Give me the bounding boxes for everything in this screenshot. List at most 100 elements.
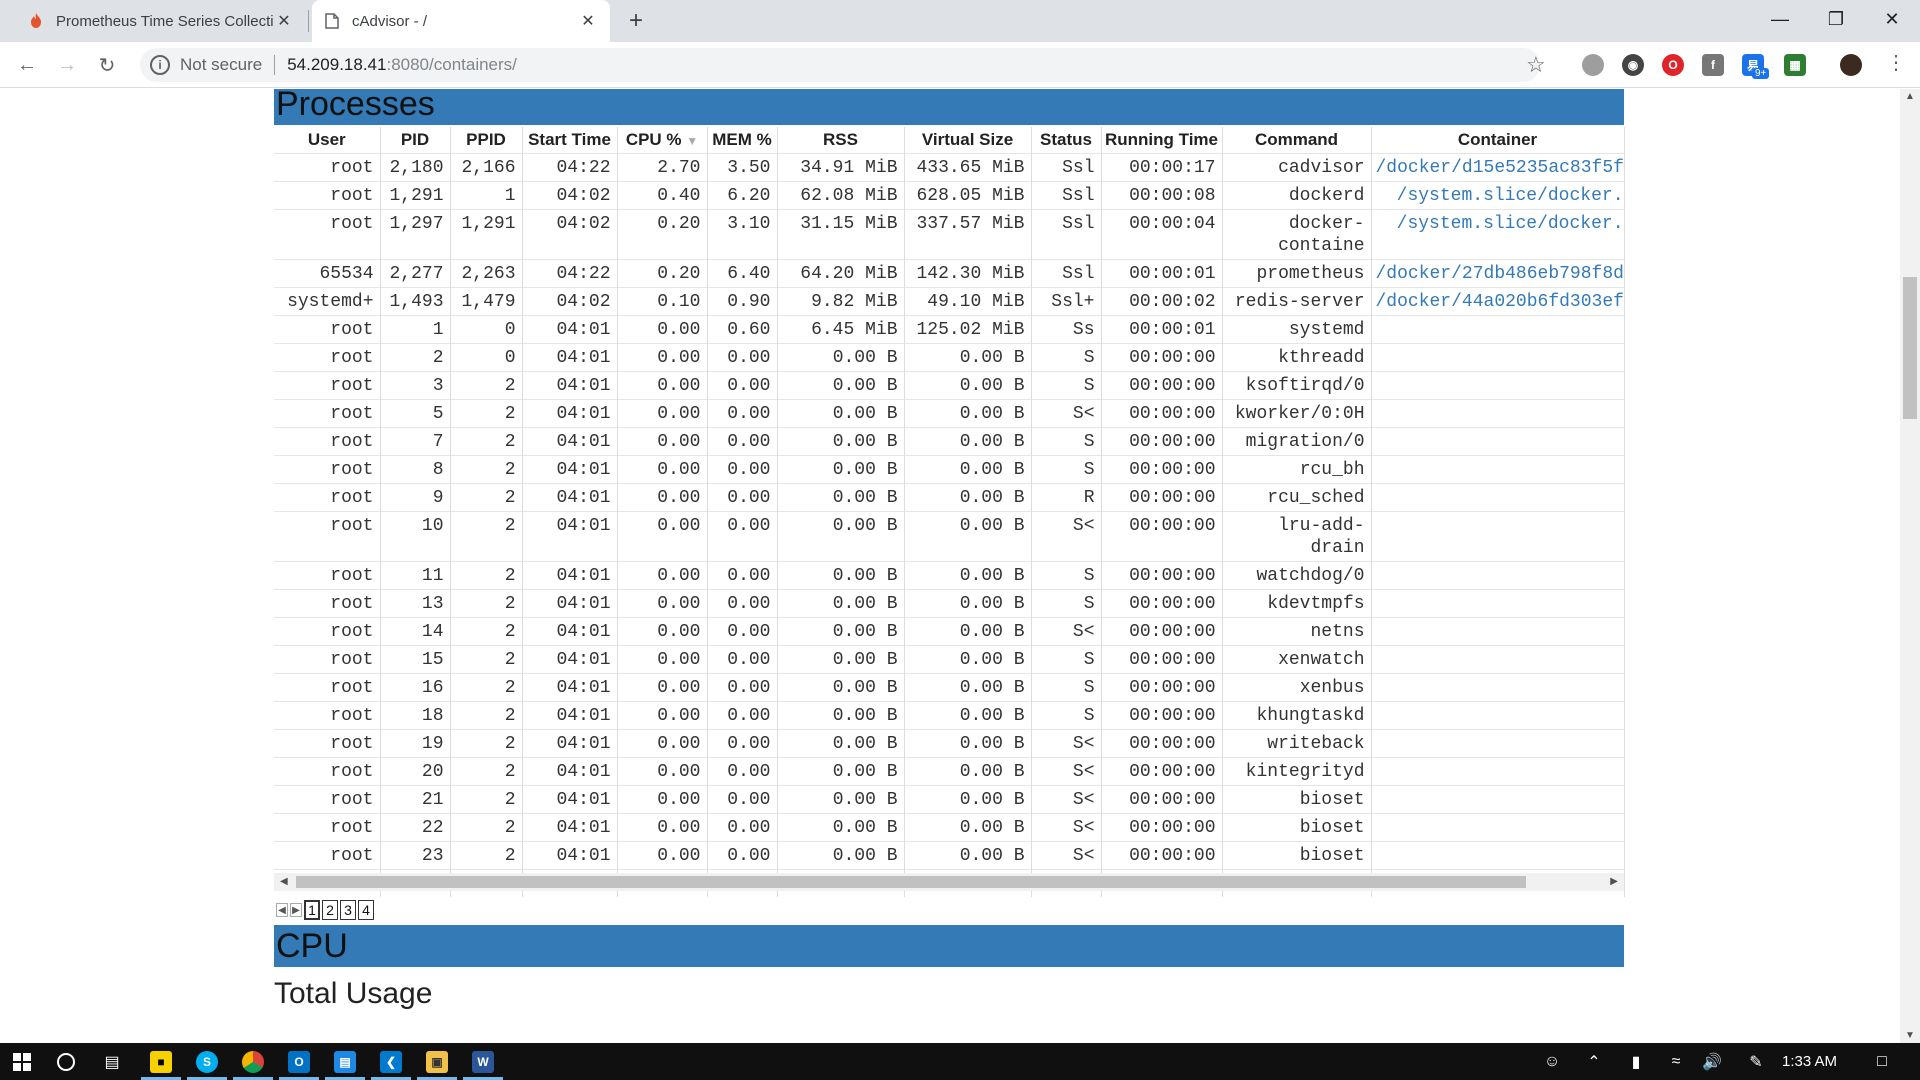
cell-pid: 21 bbox=[380, 784, 451, 813]
profile-avatar[interactable] bbox=[1840, 54, 1862, 76]
notepad-icon[interactable]: ▤ bbox=[334, 1051, 356, 1073]
col-command[interactable]: Command bbox=[1222, 127, 1372, 153]
cell-container[interactable] bbox=[1371, 510, 1625, 561]
volume-icon[interactable]: 🔊 bbox=[1690, 1043, 1734, 1080]
forward-arrow-icon[interactable]: → bbox=[52, 50, 82, 80]
cell-container[interactable] bbox=[1371, 644, 1625, 673]
cell-container[interactable]: /system.slice/docker. bbox=[1371, 208, 1625, 259]
col-container[interactable]: Container bbox=[1371, 127, 1625, 153]
maximize-button[interactable]: ❐ bbox=[1808, 0, 1864, 38]
tab-prometheus[interactable]: Prometheus Time Series Collection ✕ bbox=[16, 0, 306, 42]
task-view-icon[interactable]: ▤ bbox=[90, 1043, 134, 1080]
cell-container[interactable] bbox=[1371, 398, 1625, 427]
chrome-icon[interactable] bbox=[242, 1051, 264, 1073]
scroll-right-arrow-icon[interactable]: ▶ bbox=[1610, 873, 1618, 891]
cell-status: S bbox=[1031, 342, 1102, 371]
cell-container[interactable] bbox=[1371, 672, 1625, 701]
page-4-button[interactable]: 4 bbox=[358, 900, 374, 920]
col-cpu[interactable]: CPU % ▼ bbox=[617, 127, 708, 153]
extension-globe-icon[interactable]: ◉ bbox=[1622, 54, 1644, 76]
vertical-scrollbar[interactable]: ▲ ▼ bbox=[1900, 89, 1920, 1043]
col-rss[interactable]: RSS bbox=[777, 127, 905, 153]
col-status[interactable]: Status bbox=[1031, 127, 1102, 153]
scroll-down-arrow-icon[interactable]: ▼ bbox=[1905, 1030, 1915, 1041]
cell-container[interactable]: /docker/d15e5235ac83f5f bbox=[1371, 152, 1625, 181]
cell-container[interactable] bbox=[1371, 588, 1625, 617]
tab-close-icon[interactable]: ✕ bbox=[578, 11, 598, 31]
col-virtual-size[interactable]: Virtual Size bbox=[904, 127, 1032, 153]
cell-container[interactable] bbox=[1371, 314, 1625, 343]
cell-virtual-size: 0.00 B bbox=[904, 616, 1032, 645]
skype-icon[interactable]: S bbox=[196, 1051, 218, 1073]
col-pid[interactable]: PID bbox=[380, 127, 451, 153]
col-running-time[interactable]: Running Time bbox=[1101, 127, 1223, 153]
horizontal-scroll-thumb[interactable] bbox=[296, 876, 1526, 888]
cell-container[interactable] bbox=[1371, 812, 1625, 841]
cell-command: cadvisor bbox=[1222, 152, 1372, 181]
battery-icon[interactable]: ▮ bbox=[1614, 1043, 1658, 1080]
cell-container[interactable] bbox=[1371, 728, 1625, 757]
word-icon[interactable]: W bbox=[472, 1051, 494, 1073]
cell-rss: 0.00 B bbox=[777, 840, 905, 869]
scroll-left-arrow-icon[interactable]: ◀ bbox=[280, 873, 288, 891]
prev-page-icon[interactable]: ◀ bbox=[276, 903, 288, 917]
search-circle-icon[interactable] bbox=[44, 1043, 88, 1080]
vscode-icon[interactable]: ❮ bbox=[380, 1051, 402, 1073]
cell-container[interactable] bbox=[1371, 756, 1625, 785]
sheets-extension-icon[interactable]: ▦ bbox=[1784, 54, 1806, 76]
col-user[interactable]: User bbox=[274, 127, 381, 153]
windows-start-icon[interactable] bbox=[0, 1043, 44, 1080]
extension-circle-icon[interactable] bbox=[1582, 54, 1604, 76]
cell-container[interactable] bbox=[1371, 482, 1625, 511]
reload-icon[interactable]: ↻ bbox=[92, 50, 122, 80]
page-2-button[interactable]: 2 bbox=[322, 900, 338, 920]
bookmark-star-icon[interactable]: ☆ bbox=[1526, 52, 1546, 78]
minimize-button[interactable]: — bbox=[1752, 0, 1808, 38]
page-3-button[interactable]: 3 bbox=[340, 900, 356, 920]
cell-pid: 13 bbox=[380, 588, 451, 617]
cell-mem: 6.20 bbox=[707, 180, 778, 209]
cell-container[interactable] bbox=[1371, 370, 1625, 399]
action-center-icon[interactable]: □ bbox=[1860, 1043, 1904, 1080]
col-mem[interactable]: MEM % bbox=[707, 127, 778, 153]
chevron-up-icon[interactable]: ⌃ bbox=[1572, 1043, 1616, 1080]
next-page-icon[interactable]: ▶ bbox=[290, 903, 302, 917]
close-window-button[interactable]: ✕ bbox=[1864, 0, 1920, 38]
cell-container[interactable] bbox=[1371, 840, 1625, 869]
taskbar-clock[interactable]: 1:33 AM bbox=[1782, 1043, 1837, 1080]
col-ppid[interactable]: PPID bbox=[450, 127, 523, 153]
cell-virtual-size: 125.02 MiB bbox=[904, 314, 1032, 343]
cell-running-time: 00:00:00 bbox=[1101, 672, 1223, 701]
opera-icon[interactable]: O bbox=[1662, 54, 1684, 76]
cell-container[interactable] bbox=[1371, 700, 1625, 729]
cell-container[interactable] bbox=[1371, 784, 1625, 813]
back-arrow-icon[interactable]: ← bbox=[12, 50, 42, 80]
cell-container[interactable]: /docker/27db486eb798f8d bbox=[1371, 258, 1625, 287]
tab-close-icon[interactable]: ✕ bbox=[274, 11, 294, 31]
cell-virtual-size: 0.00 B bbox=[904, 840, 1032, 869]
cell-container[interactable] bbox=[1371, 560, 1625, 589]
pen-icon[interactable]: ✎ bbox=[1734, 1043, 1778, 1080]
facebook-icon[interactable]: f bbox=[1702, 54, 1724, 76]
sticky-notes-icon[interactable]: ■ bbox=[150, 1051, 172, 1073]
menu-kebab-icon[interactable]: ⋮ bbox=[1886, 50, 1906, 75]
new-tab-button[interactable]: + bbox=[622, 7, 650, 35]
cell-container[interactable]: /docker/44a020b6fd303ef bbox=[1371, 286, 1625, 315]
scroll-up-arrow-icon[interactable]: ▲ bbox=[1905, 91, 1915, 102]
cell-container[interactable] bbox=[1371, 454, 1625, 483]
cell-container[interactable] bbox=[1371, 426, 1625, 455]
people-icon[interactable]: ☺ bbox=[1530, 1043, 1574, 1080]
cell-container[interactable] bbox=[1371, 616, 1625, 645]
page-1-button[interactable]: 1 bbox=[304, 900, 320, 920]
cell-ppid: 1,479 bbox=[450, 286, 523, 315]
file-explorer-icon[interactable]: ▣ bbox=[426, 1051, 448, 1073]
info-icon[interactable]: i bbox=[150, 55, 170, 75]
address-bar[interactable]: i Not secure 54.209.18.41 :8080/containe… bbox=[140, 48, 1540, 82]
col-start-time[interactable]: Start Time bbox=[522, 127, 618, 153]
tab-cadvisor[interactable]: cAdvisor - / ✕ bbox=[312, 0, 610, 42]
cell-container[interactable] bbox=[1371, 342, 1625, 371]
cell-container[interactable]: /system.slice/docker. bbox=[1371, 180, 1625, 209]
horizontal-scrollbar[interactable]: ◀ ▶ bbox=[274, 873, 1624, 891]
vertical-scroll-thumb[interactable] bbox=[1903, 277, 1917, 419]
outlook-icon[interactable]: O bbox=[288, 1051, 310, 1073]
